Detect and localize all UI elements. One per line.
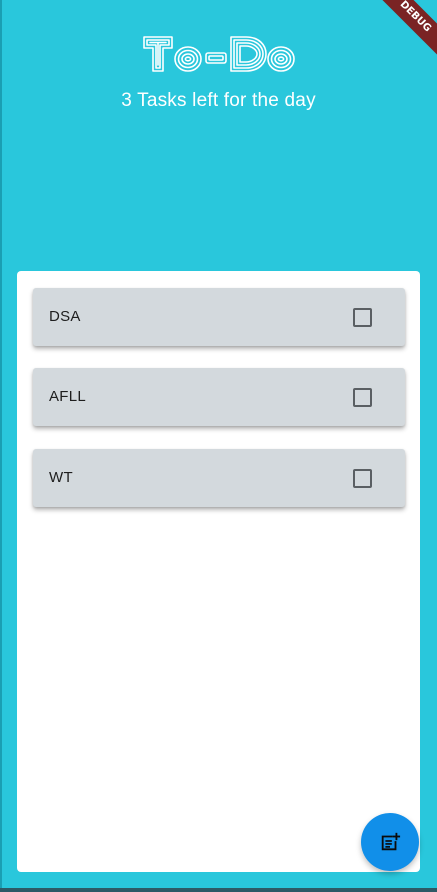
task-label: AFLL <box>49 388 87 405</box>
app-screen: DEBUG 3 Tasks left for the day DSA AFLL … <box>0 0 437 892</box>
task-label: WT <box>49 469 73 486</box>
task-checkbox[interactable] <box>353 469 372 488</box>
bottom-edge <box>0 888 437 892</box>
add-task-button[interactable] <box>361 813 419 871</box>
task-label: DSA <box>49 308 81 325</box>
task-item-dsa[interactable]: DSA <box>33 288 405 346</box>
app-title <box>0 34 437 74</box>
note-add-icon <box>381 832 401 851</box>
app-title-logo <box>142 36 295 72</box>
task-checkbox[interactable] <box>353 388 372 407</box>
task-item-wt[interactable]: WT <box>33 449 405 507</box>
task-list-panel: DSA AFLL WT <box>17 271 420 872</box>
header: 3 Tasks left for the day <box>0 0 437 270</box>
tasks-left-subtitle: 3 Tasks left for the day <box>121 90 316 111</box>
task-item-afll[interactable]: AFLL <box>33 368 405 426</box>
task-checkbox[interactable] <box>353 308 372 327</box>
